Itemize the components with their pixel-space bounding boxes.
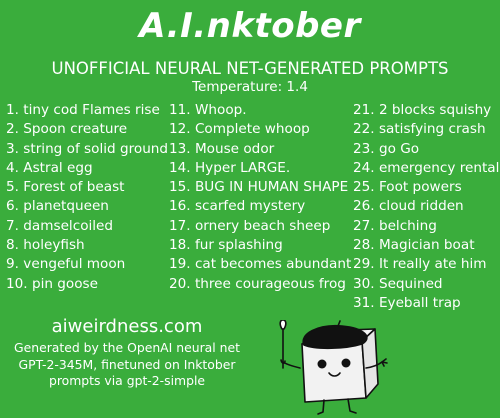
prompt-column-1: 1. tiny cod Flames rise 2. Spoon creatur… xyxy=(6,101,168,294)
prompt-column-2: 11. Whoop. 12. Complete whoop 13. Mouse … xyxy=(169,101,351,294)
list-item: 22. satisfying crash xyxy=(353,121,486,138)
list-item: 31. Eyeball trap xyxy=(353,294,461,311)
list-item: 16. scarfed mystery xyxy=(169,198,306,215)
prompt-column-3: 21. 2 blocks squishy 22. satisfying cras… xyxy=(353,101,499,313)
list-item: 25. Foot powers xyxy=(353,179,462,196)
list-item: 2. Spoon creature xyxy=(6,121,128,138)
temperature-label: Temperature: 1.4 xyxy=(192,79,308,95)
list-item: 21. 2 blocks squishy xyxy=(353,102,492,118)
list-item: 3. string of solid ground xyxy=(6,140,169,157)
page-subtitle: UNOFFICIAL NEURAL NET-GENERATED PROMPTS xyxy=(51,59,449,78)
beret-cube-artist-icon xyxy=(279,320,388,415)
poster: A.I.nktober UNOFFICIAL NEURAL NET-GENERA… xyxy=(0,0,500,418)
list-item: 7. damselcoiled xyxy=(6,217,114,234)
list-item: 14. Hyper LARGE. xyxy=(169,159,291,176)
list-item: 12. Complete whoop xyxy=(169,121,310,138)
list-item: 8. holeyfish xyxy=(6,237,85,254)
list-item: 26. cloud ridden xyxy=(353,198,464,215)
website-label: aiweirdness.com xyxy=(51,316,203,337)
list-item: 19. cat becomes abundant xyxy=(169,256,352,273)
list-item: 17. ornery beach sheep xyxy=(169,217,331,234)
list-item: 15. BUG IN HUMAN SHAPE xyxy=(169,179,349,196)
list-item: 10. pin goose xyxy=(6,275,98,292)
list-item: 18. fur splashing xyxy=(169,237,283,254)
credit-line: GPT-2-345M, finetuned on Inktober xyxy=(18,356,236,372)
list-item: 4. Astral egg xyxy=(6,159,93,176)
list-item: 29. It really ate him xyxy=(353,256,487,273)
credit-line: prompts via gpt-2-simple xyxy=(48,373,206,388)
list-item: 6. planetqueen xyxy=(6,198,109,215)
list-item: 23. go Go xyxy=(353,140,420,157)
credit-line: Generated by the OpenAI neural net xyxy=(14,340,240,355)
list-item: 5. Forest of beast xyxy=(6,179,125,196)
list-item: 11. Whoop. xyxy=(169,102,247,118)
credit-text: Generated by the OpenAI neural net GPT-2… xyxy=(0,340,254,390)
list-item: 1. tiny cod Flames rise xyxy=(6,102,160,118)
list-item: 24. emergency rental xyxy=(353,159,500,176)
page-title: A.I.nktober xyxy=(139,6,361,46)
list-item: 28. Magician boat xyxy=(353,237,475,254)
list-item: 20. three courageous frog xyxy=(169,275,346,292)
list-item: 9. vengeful moon xyxy=(6,256,126,273)
list-item: 13. Mouse odor xyxy=(169,140,275,157)
list-item: 30. Sequined xyxy=(353,275,443,292)
list-item: 27. belching xyxy=(353,217,437,234)
